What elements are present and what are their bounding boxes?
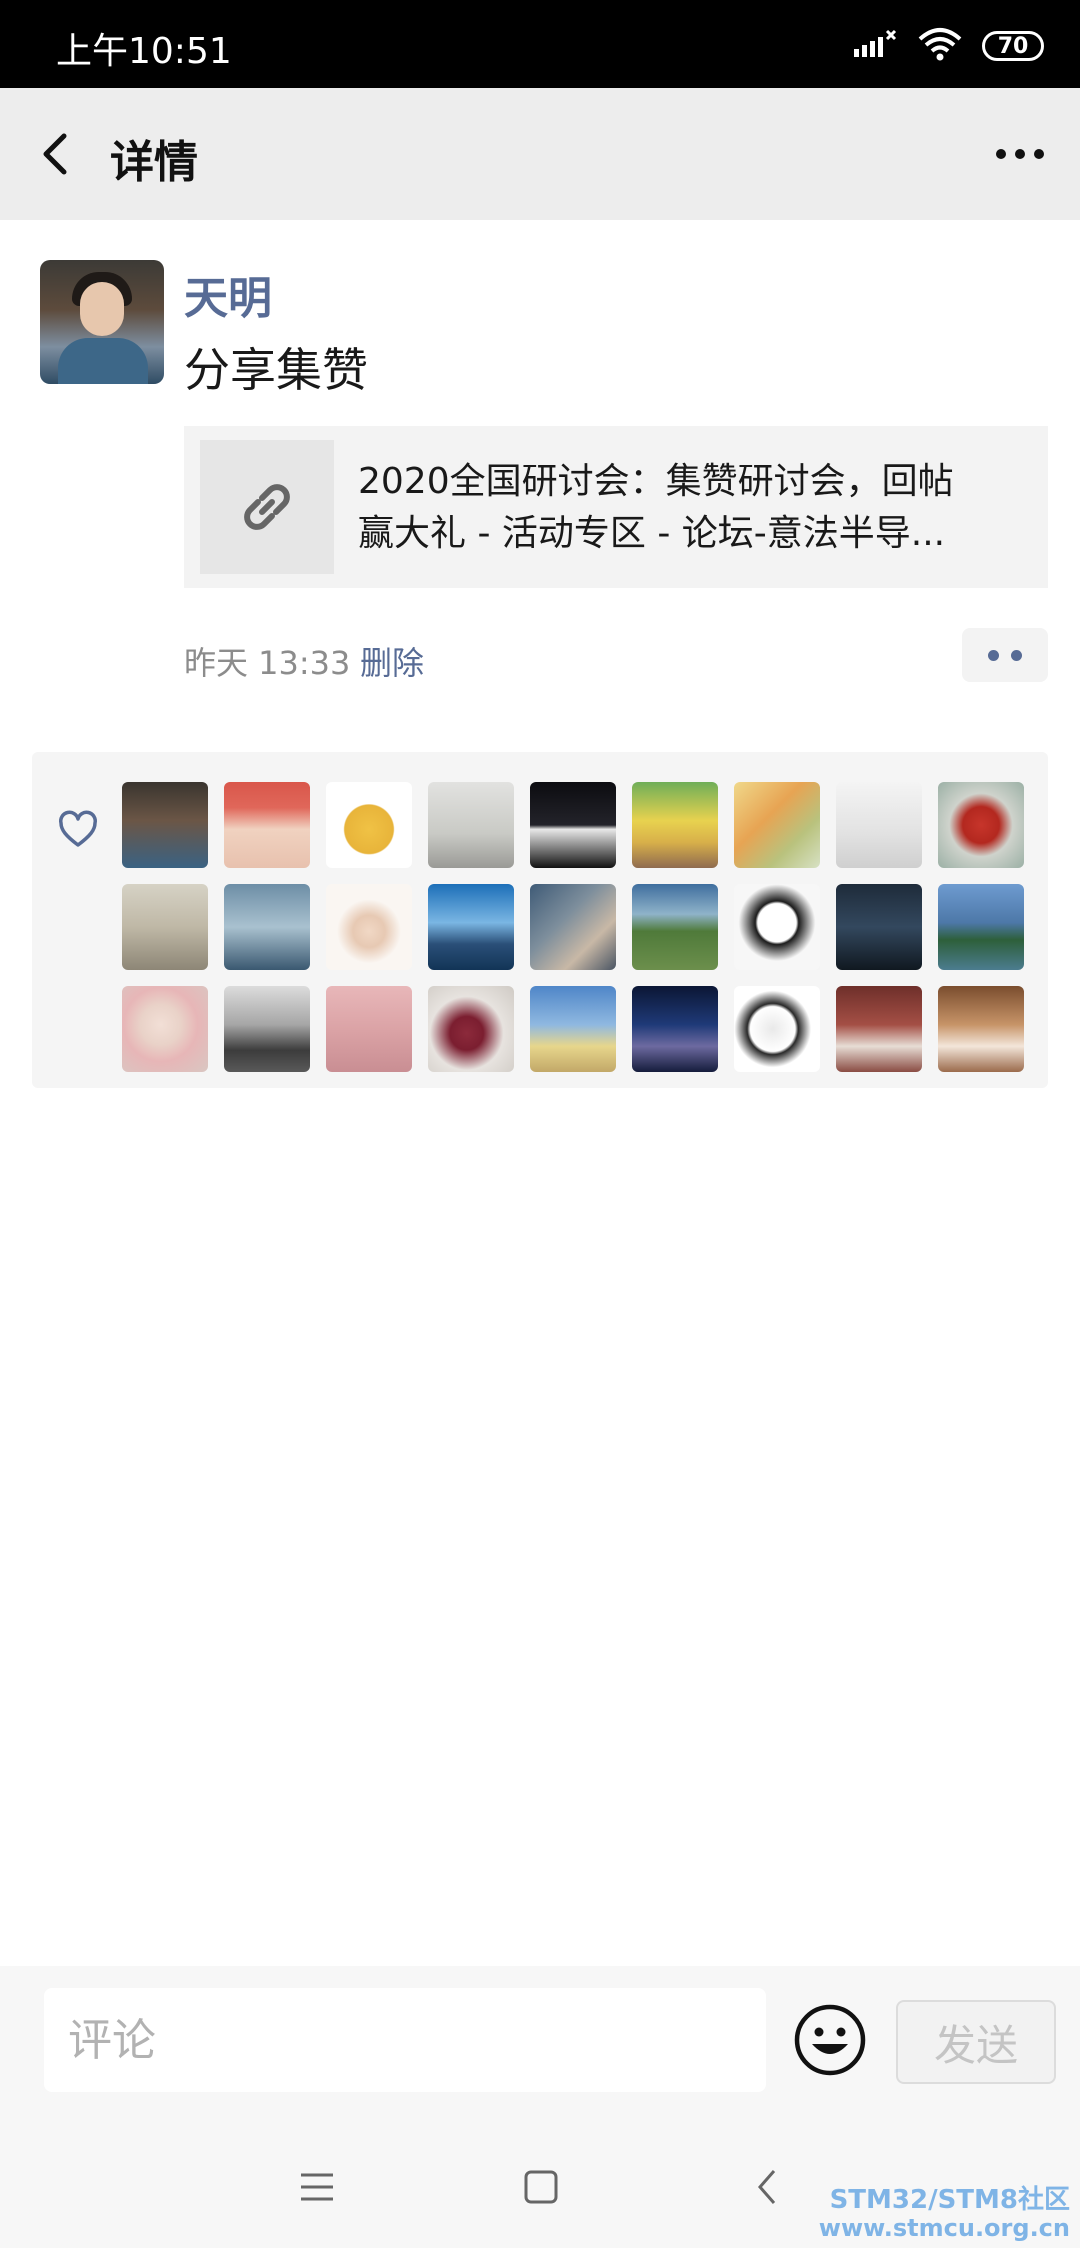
link-title: 2020全国研讨会：集赞研讨会，回帖 赢大礼 - 活动专区 - 论坛-意法半导.… [358,456,1018,560]
liker-avatar[interactable] [428,782,514,868]
liker-avatar[interactable] [632,884,718,970]
likes-avatar-grid [122,782,1024,1072]
more-options-button[interactable] [988,124,1052,184]
status-bar: 上午10:51 70 [0,0,1080,88]
liker-avatar[interactable] [428,884,514,970]
liker-avatar[interactable] [836,884,922,970]
back-triangle-icon [758,2170,776,2204]
liker-avatar[interactable] [530,986,616,1072]
liker-avatar[interactable] [938,986,1024,1072]
likes-panel [32,752,1048,1088]
liker-avatar[interactable] [224,986,310,1072]
delete-link[interactable]: 删除 [360,638,424,684]
emoji-button[interactable] [792,2002,868,2078]
liker-avatar[interactable] [530,884,616,970]
watermark-line2: www.stmcu.org.cn [818,2214,1070,2242]
dot-icon [988,649,999,661]
more-dot-icon [996,149,1006,159]
comment-bar: 发送 [0,1966,1080,2118]
smiley-icon [794,2004,866,2076]
watermark-line1: STM32/STM8社区 [829,2185,1070,2215]
liker-avatar[interactable] [836,782,922,868]
watermark: STM32/STM8社区 www.stmcu.org.cn [819,2186,1070,2242]
link-icon [244,484,290,530]
dot-icon [1011,649,1022,661]
comment-input[interactable] [44,1988,766,2092]
liker-avatar[interactable] [632,782,718,868]
liker-avatar[interactable] [938,782,1024,868]
liker-avatar[interactable] [734,782,820,868]
liker-avatar[interactable] [938,884,1024,970]
liker-avatar[interactable] [326,782,412,868]
home-button[interactable] [516,2162,566,2212]
liker-avatar[interactable] [224,782,310,868]
page-title: 详情 [110,137,198,188]
post-time: 昨天 13:33 [184,644,351,682]
liker-avatar[interactable] [428,986,514,1072]
more-dot-icon [1015,149,1025,159]
liker-avatar[interactable] [122,884,208,970]
wifi-icon [918,27,962,65]
link-title-line1: 2020全国研讨会：集赞研讨会，回帖 [358,461,954,502]
liker-avatar[interactable] [530,782,616,868]
liker-avatar[interactable] [734,884,820,970]
heart-icon [56,808,100,852]
send-button[interactable]: 发送 [896,2000,1056,2084]
battery-indicator: 70 [982,31,1044,61]
liker-avatar[interactable] [326,986,412,1072]
liker-avatar[interactable] [734,986,820,1072]
status-icons: 70 [854,24,1044,68]
link-title-line2: 赢大礼 - 活动专区 - 论坛-意法半导... [358,513,946,554]
link-card[interactable]: 2020全国研讨会：集赞研讨会，回帖 赢大礼 - 活动专区 - 论坛-意法半导.… [184,426,1048,588]
liker-avatar[interactable] [122,782,208,868]
signal-icon [854,29,898,63]
liker-avatar[interactable] [326,884,412,970]
system-back-button[interactable] [742,2162,792,2212]
home-square-icon [524,2170,558,2204]
back-button[interactable] [28,124,88,184]
author-name[interactable]: 天明 [184,262,272,326]
status-time: 上午10:51 [56,31,232,72]
header-bar: 详情 [0,88,1080,220]
link-thumbnail [200,440,334,574]
liker-avatar[interactable] [632,986,718,1072]
more-dot-icon [1034,149,1044,159]
author-avatar[interactable] [40,260,164,384]
menu-button[interactable] [292,2162,342,2212]
liker-avatar[interactable] [836,986,922,1072]
menu-icon [301,2173,333,2201]
post-text: 分享集赞 [184,343,368,397]
liker-avatar[interactable] [224,884,310,970]
chevron-left-icon [43,133,67,175]
like-comment-button[interactable] [962,628,1048,682]
liker-avatar[interactable] [122,986,208,1072]
